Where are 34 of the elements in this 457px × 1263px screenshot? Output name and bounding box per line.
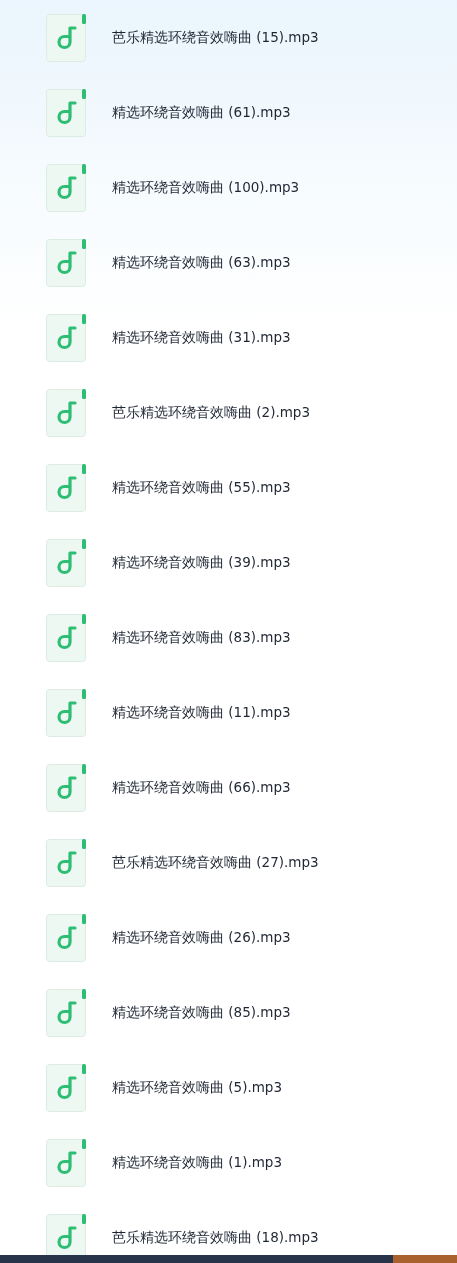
file-name[interactable]: 精选环绕音效嗨曲 (1).mp3: [112, 1152, 282, 1173]
file-name[interactable]: 精选环绕音效嗨曲 (63).mp3: [112, 252, 291, 273]
file-name[interactable]: 芭乐精选环绕音效嗨曲 (2).mp3: [112, 402, 310, 423]
file-name[interactable]: 精选环绕音效嗨曲 (31).mp3: [112, 327, 291, 348]
file-name[interactable]: 精选环绕音效嗨曲 (85).mp3: [112, 1002, 291, 1023]
file-name[interactable]: 精选环绕音效嗨曲 (66).mp3: [112, 777, 291, 798]
file-name[interactable]: 精选环绕音效嗨曲 (61).mp3: [112, 102, 291, 123]
file-name[interactable]: 精选环绕音效嗨曲 (83).mp3: [112, 627, 291, 648]
music-file-icon: [46, 763, 86, 812]
file-name[interactable]: 芭乐精选环绕音效嗨曲 (27).mp3: [112, 852, 319, 873]
music-file-icon: [46, 463, 86, 512]
file-name[interactable]: 精选环绕音效嗨曲 (26).mp3: [112, 927, 291, 948]
music-file-icon: [46, 88, 86, 137]
music-file-icon: [46, 163, 86, 212]
music-file-icon: [46, 1213, 86, 1255]
music-file-icon: [46, 913, 86, 962]
music-file-icon: [46, 1063, 86, 1112]
music-file-icon: [46, 313, 86, 362]
file-name[interactable]: 精选环绕音效嗨曲 (5).mp3: [112, 1077, 282, 1098]
music-file-icon: [46, 613, 86, 662]
music-file-icon: [46, 538, 86, 587]
file-name[interactable]: 精选环绕音效嗨曲 (55).mp3: [112, 477, 291, 498]
music-file-icon: [46, 13, 86, 62]
music-file-icon: [46, 838, 86, 887]
music-file-icon: [46, 688, 86, 737]
file-name[interactable]: 芭乐精选环绕音效嗨曲 (15).mp3: [112, 27, 319, 48]
music-file-icon: [46, 388, 86, 437]
music-file-icon: [46, 238, 86, 287]
file-name[interactable]: 精选环绕音效嗨曲 (100).mp3: [112, 177, 300, 198]
music-file-icon: [46, 1138, 86, 1187]
file-name[interactable]: 芭乐精选环绕音效嗨曲 (18).mp3: [112, 1227, 319, 1248]
file-name[interactable]: 精选环绕音效嗨曲 (39).mp3: [112, 552, 291, 573]
music-file-icon: [46, 988, 86, 1037]
file-name[interactable]: 精选环绕音效嗨曲 (11).mp3: [112, 702, 291, 723]
